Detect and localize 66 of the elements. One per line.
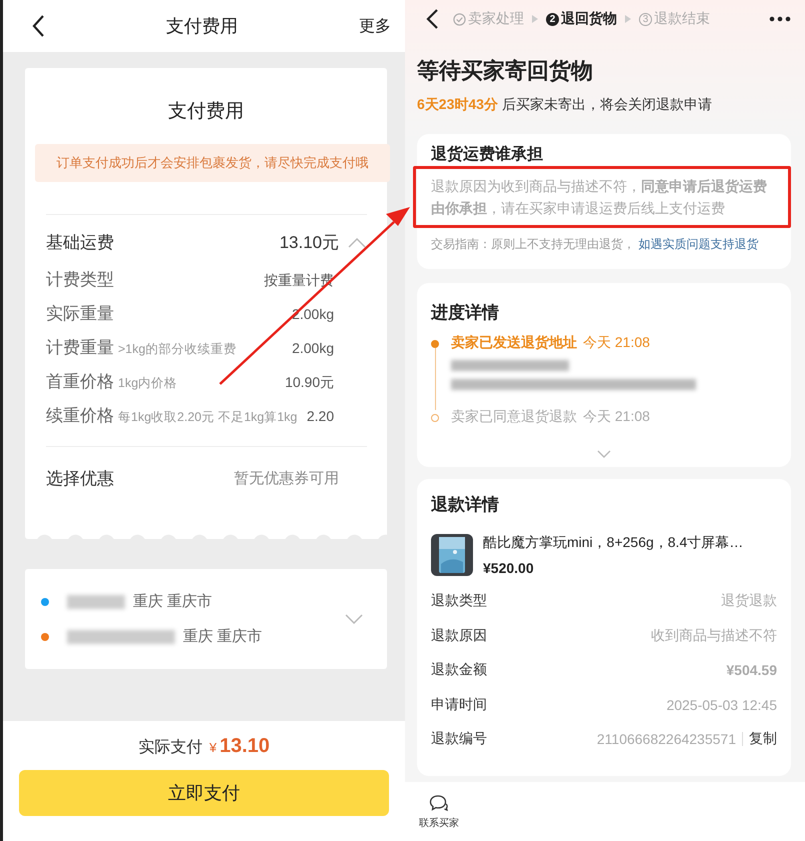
- stop-place: 重庆 重庆市: [133, 592, 212, 611]
- fee-value: 13.10元: [279, 232, 339, 254]
- coupon-label: 选择优惠: [46, 468, 115, 490]
- detail-value: 2025-05-03 12:45: [666, 696, 777, 713]
- stop-place: 重庆 重庆市: [183, 627, 262, 646]
- detail-label: 申请时间: [431, 696, 487, 714]
- row-hint: 1kg内价格: [118, 375, 178, 392]
- detail-label: 退款金额: [431, 661, 487, 680]
- card-title: 支付费用: [168, 100, 244, 124]
- row-label: 续重价格: [46, 405, 114, 427]
- product-name[interactable]: 酷比魔方掌玩mini，8+256g，8.4寸屏幕…: [483, 534, 744, 552]
- detail-value: 收到商品与描述不符: [651, 626, 777, 645]
- back-icon[interactable]: [425, 8, 439, 30]
- more-link[interactable]: 更多: [359, 16, 391, 36]
- card-title: 退款详情: [431, 494, 500, 516]
- row-label: 计费重量: [46, 337, 114, 359]
- detail-label: 退款原因: [431, 626, 487, 645]
- detail-label: 退款类型: [431, 592, 487, 610]
- row-value: 2.20: [306, 408, 335, 424]
- pay-button[interactable]: 立即支付: [19, 770, 389, 816]
- row-value: 2.00kg: [292, 340, 335, 356]
- card-title: 进度详情: [431, 302, 500, 324]
- shipping-message: 退款原因为收到商品与描述不符，同意申请后退货运费由你承担，请在买家申请退运费后线上支付运费: [431, 177, 768, 218]
- copy-link[interactable]: 复制: [749, 730, 777, 748]
- total-label: 实际支付: [138, 738, 202, 758]
- detail-value: 211066682264235571: [596, 731, 736, 748]
- row-label: 首重价格: [46, 371, 114, 393]
- step-arrow-icon: [625, 15, 631, 23]
- chevron-icon[interactable]: [347, 236, 367, 248]
- event-title: 卖家已发送退货地址: [451, 334, 577, 352]
- countdown-text: 后买家未寄出，将会关闭退款申请: [502, 96, 712, 112]
- event-title: 卖家已同意退货退款: [451, 408, 577, 426]
- detail-label: 退款编号: [431, 730, 487, 748]
- guide-text: 交易指南：原则上不支持无理由退货，: [431, 237, 635, 251]
- event-time: 今天 21:08: [583, 408, 650, 426]
- guide-link[interactable]: 如遇实质问题支持退货: [638, 237, 758, 251]
- row-value: 10.90元: [284, 374, 335, 392]
- page-title: 支付费用: [165, 15, 239, 38]
- total-amount: 13.10: [220, 735, 270, 758]
- row-hint: 每1kg收取2.20元 不足1kg算1kg: [118, 409, 298, 426]
- event-time: 今天 21:08: [583, 334, 650, 352]
- coupon-value[interactable]: 暂无优惠券可用: [234, 468, 339, 488]
- step-number: 2: [546, 12, 559, 26]
- status-title: 等待买家寄回货物: [417, 57, 594, 85]
- back-icon[interactable]: [31, 14, 45, 38]
- contact-button[interactable]: 联系买家: [419, 794, 459, 830]
- step-number: 3: [639, 12, 652, 26]
- step-label: 退款结束: [654, 10, 710, 28]
- route-card[interactable]: 重庆 重庆市 重庆 重庆市: [25, 569, 387, 669]
- redacted-text: [67, 594, 125, 608]
- row-hint: >1kg的部分收续重费: [118, 341, 236, 358]
- total-currency: ¥: [209, 740, 217, 755]
- countdown-time: 6天23时43分: [417, 96, 498, 112]
- detail-value: ¥504.59: [726, 662, 777, 678]
- card-title: 退货运费谁承担: [431, 146, 544, 164]
- detail-value: 退货退款: [721, 592, 777, 610]
- product-price: ¥520.00: [483, 560, 535, 576]
- fee-label: 基础运费: [46, 232, 115, 254]
- chat-icon: [429, 794, 449, 812]
- step-label: 卖家处理: [468, 10, 524, 28]
- step-label: 退回货物: [561, 10, 617, 28]
- notice-banner: 订单支付成功后才会安排包裹发货，请尽快完成支付哦: [35, 144, 390, 182]
- row-label: 计费类型: [46, 269, 114, 291]
- row-label: 实际重量: [46, 303, 114, 325]
- step-arrow-icon: [532, 15, 538, 23]
- more-icon[interactable]: [769, 16, 791, 22]
